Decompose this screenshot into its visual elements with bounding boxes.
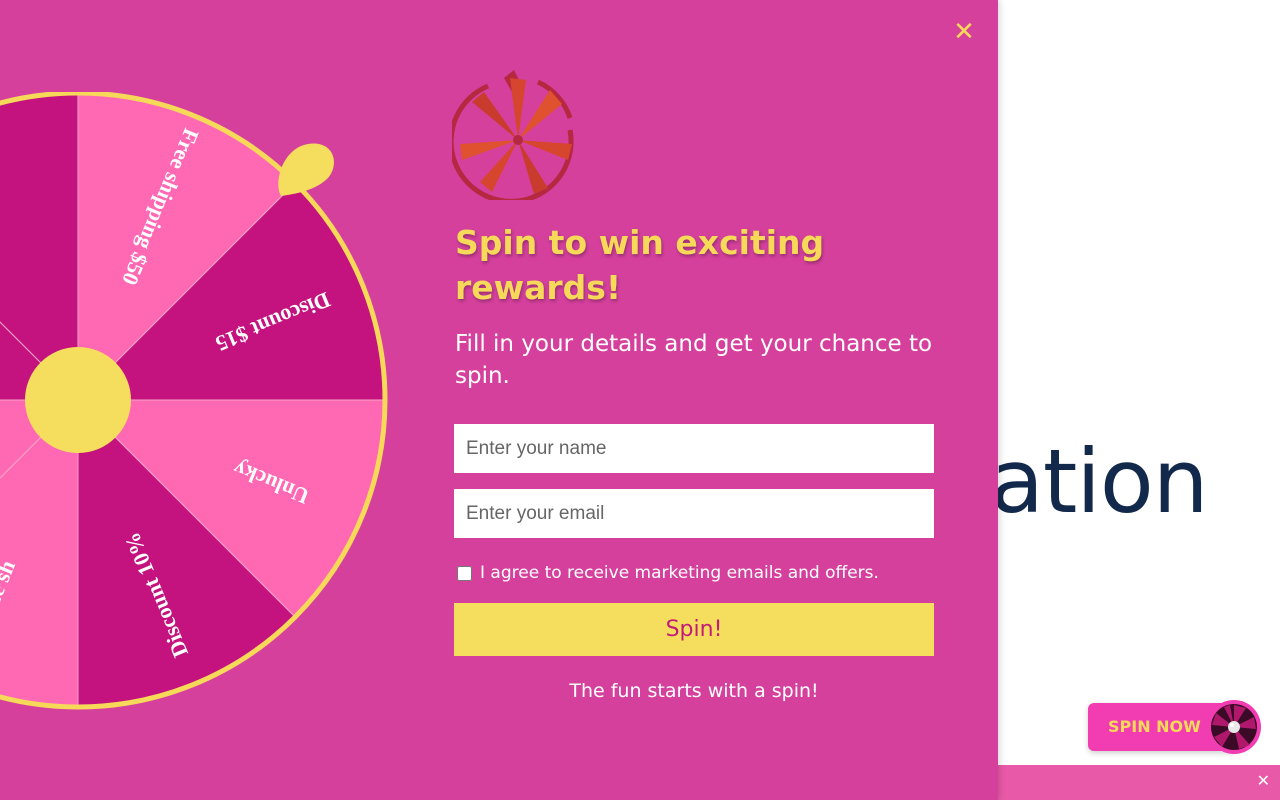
bottom-notification-bar: ✕ — [998, 765, 1280, 800]
wheel-pointer-icon — [278, 143, 334, 196]
consent-checkbox[interactable] — [457, 565, 472, 581]
wheel-hub — [25, 347, 131, 453]
background-heading: ation — [990, 430, 1208, 533]
prize-wheel: Free shipping $50Discount $15UnluckyDisc… — [0, 92, 388, 710]
footer-note: The fun starts with a spin! — [569, 680, 819, 702]
name-input[interactable] — [454, 424, 934, 473]
prize-wheel-logo-icon — [452, 70, 574, 200]
close-icon[interactable]: ✕ — [1257, 771, 1270, 790]
popup-title: Spin to win exciting rewards! — [455, 223, 825, 307]
spin-now-label: SPIN NOW — [1108, 717, 1201, 736]
email-input[interactable] — [454, 489, 934, 538]
mini-wheel-icon[interactable] — [1206, 699, 1262, 755]
spin-now-launcher[interactable]: SPIN NOW — [1088, 700, 1261, 754]
page: ation ✕ ✕ Free shipping $50 Discount $15 U… — [0, 0, 1280, 800]
popup-subtitle: Fill in your details and get your chance… — [455, 331, 933, 389]
spin-wheel-popup: ✕ Free shipping $50 Discount $15 Unlucky Di… — [0, 0, 998, 800]
consent-label: I agree to receive marketing emails and … — [480, 563, 879, 583]
consent-row[interactable]: I agree to receive marketing emails and … — [457, 563, 879, 583]
close-icon[interactable]: ✕ — [951, 18, 977, 46]
spin-button[interactable]: Spin! — [454, 603, 934, 656]
